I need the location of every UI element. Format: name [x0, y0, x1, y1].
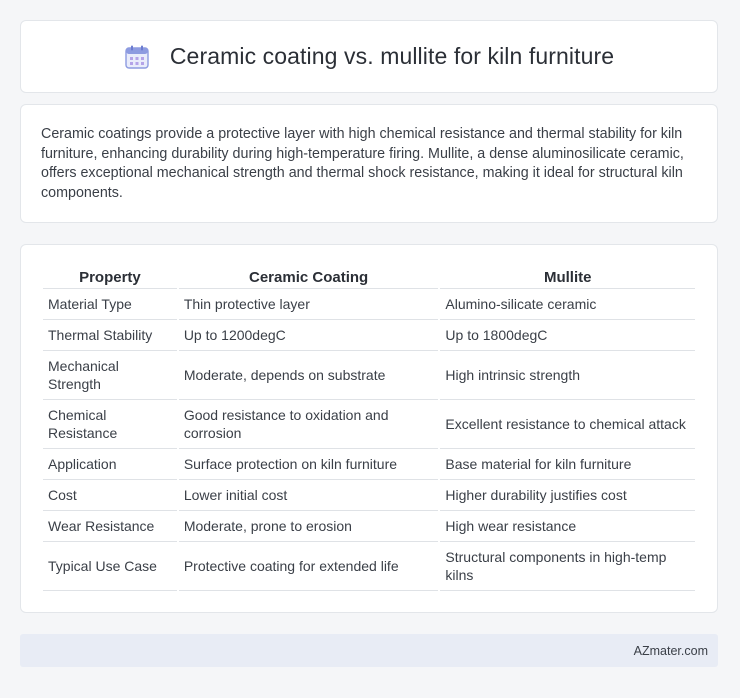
calendar-icon [124, 44, 150, 70]
mullite-cell: High intrinsic strength [440, 351, 695, 400]
ceramic-coating-cell: Good resistance to oxidation and corrosi… [178, 400, 439, 449]
mullite-cell: Alumino-silicate ceramic [440, 289, 695, 320]
row-label: Chemical Resistance [43, 400, 177, 449]
ceramic-coating-cell: Moderate, prone to erosion [178, 511, 439, 542]
mullite-cell: Structural components in high-temp kilns [440, 542, 695, 591]
intro-card: Ceramic coatings provide a protective la… [20, 104, 718, 223]
table-row: Chemical Resistance Good resistance to o… [43, 400, 695, 449]
row-label: Application [43, 449, 177, 480]
mullite-cell: Up to 1800degC [440, 320, 695, 351]
column-header-mullite: Mullite [440, 265, 695, 289]
table-row: Material Type Thin protective layer Alum… [43, 289, 695, 320]
ceramic-coating-cell: Up to 1200degC [178, 320, 439, 351]
mullite-cell: High wear resistance [440, 511, 695, 542]
column-header-property: Property [43, 265, 177, 289]
table-row: Wear Resistance Moderate, prone to erosi… [43, 511, 695, 542]
ceramic-coating-cell: Moderate, depends on substrate [178, 351, 439, 400]
page-title: Ceramic coating vs. mullite for kiln fur… [169, 43, 615, 69]
table-row: Cost Lower initial cost Higher durabilit… [43, 480, 695, 511]
comparison-table-card: Property Ceramic Coating Mullite Materia… [20, 244, 718, 613]
table-row: Mechanical Strength Moderate, depends on… [43, 351, 695, 400]
row-label: Typical Use Case [43, 542, 177, 591]
table-header-row: Property Ceramic Coating Mullite [43, 265, 695, 289]
row-label: Wear Resistance [43, 511, 177, 542]
table-row: Typical Use Case Protective coating for … [43, 542, 695, 591]
intro-text: Ceramic coatings provide a protective la… [41, 126, 684, 201]
ceramic-coating-cell: Protective coating for extended life [178, 542, 439, 591]
ceramic-coating-cell: Thin protective layer [178, 289, 439, 320]
row-label: Mechanical Strength [43, 351, 177, 400]
row-label: Material Type [43, 289, 177, 320]
column-header-ceramic-coating: Ceramic Coating [178, 265, 439, 289]
footer-brand: AZmater.com [633, 643, 708, 658]
title-card: Ceramic coating vs. mullite for kiln fur… [20, 20, 718, 93]
mullite-cell: Higher durability justifies cost [440, 480, 695, 511]
mullite-cell: Base material for kiln furniture [440, 449, 695, 480]
row-label: Thermal Stability [43, 320, 177, 351]
ceramic-coating-cell: Lower initial cost [178, 480, 439, 511]
footer: AZmater.com [20, 634, 718, 667]
mullite-cell: Excellent resistance to chemical attack [440, 400, 695, 449]
comparison-table: Property Ceramic Coating Mullite Materia… [41, 265, 697, 591]
ceramic-coating-cell: Surface protection on kiln furniture [178, 449, 439, 480]
table-row: Application Surface protection on kiln f… [43, 449, 695, 480]
row-label: Cost [43, 480, 177, 511]
table-row: Thermal Stability Up to 1200degC Up to 1… [43, 320, 695, 351]
